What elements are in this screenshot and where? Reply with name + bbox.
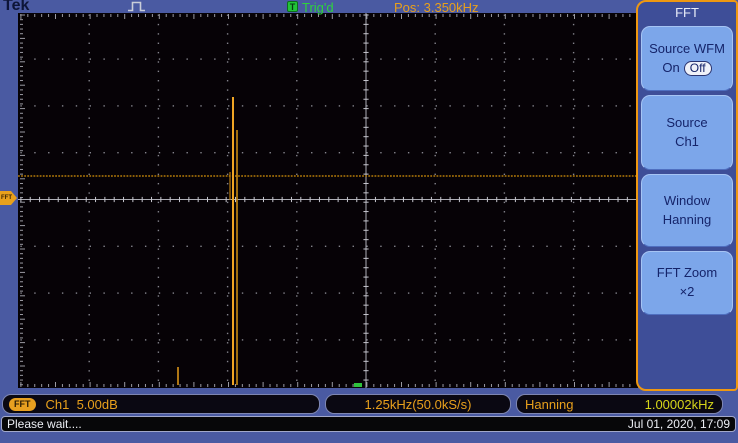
- fft-zoom-value: ×2: [679, 284, 695, 299]
- toggle-off-pill: Off: [683, 60, 712, 76]
- window-label: Window: [663, 192, 711, 208]
- status-datetime: Jul 01, 2020, 17:09: [627, 417, 730, 431]
- trigger-badge-icon: T: [287, 1, 298, 12]
- source-wfm-toggle: On Off: [662, 59, 712, 78]
- menu-button-window[interactable]: Window Hanning: [641, 174, 733, 247]
- source-label: Source: [666, 114, 708, 130]
- source-value: Ch1: [675, 133, 699, 149]
- pulse-waveform-icon: [128, 1, 145, 12]
- status-bar: Please wait.... Jul 01, 2020, 17:09: [1, 416, 736, 432]
- menu-title: FFT: [675, 5, 699, 20]
- trigger-status: Trig'd: [302, 0, 334, 15]
- menu-button-fft-zoom[interactable]: FFT Zoom ×2: [641, 251, 733, 315]
- status-message: Please wait....: [7, 417, 82, 431]
- toggle-on-label: On: [662, 59, 680, 75]
- fft-badge: FFT: [9, 397, 36, 411]
- readout-samplerate: 1.25kHz(50.0kS/s): [325, 394, 511, 414]
- fft-zoom-label: FFT Zoom: [656, 265, 718, 281]
- window-value: Hanning: [662, 211, 712, 227]
- graticule-and-trace: [18, 13, 638, 388]
- readout-window-frequency: Hanning 1.00002kHz: [516, 394, 723, 414]
- menu-button-source-channel[interactable]: Source Ch1: [641, 95, 733, 170]
- menu-button-source-wfm[interactable]: Source WFM On Off: [641, 26, 733, 91]
- position-readout: Pos: 3.350kHz: [394, 0, 479, 15]
- source-wfm-label: Source WFM: [649, 40, 725, 56]
- samplerate-text: 1.25kHz(50.0kS/s): [364, 396, 472, 412]
- channel-scale-text: Ch1 5.00dB: [45, 396, 118, 412]
- tek-logo: Tek: [3, 0, 30, 14]
- oscilloscope-ui: { "top_bar": { "logo": "Tek", "trigger_b…: [0, 0, 738, 443]
- frequency-text: 1.00002kHz: [644, 396, 714, 412]
- top-bar: Tek T Trig'd Pos: 3.350kHz: [0, 0, 738, 15]
- readout-channel: FFT Ch1 5.00dB: [2, 394, 320, 414]
- side-menu: FFT Source WFM On Off Source Ch1 Window H…: [636, 0, 738, 391]
- window-text: Hanning: [525, 396, 574, 412]
- display-screen: [18, 13, 638, 388]
- fft-position-marker: FFT: [0, 191, 17, 205]
